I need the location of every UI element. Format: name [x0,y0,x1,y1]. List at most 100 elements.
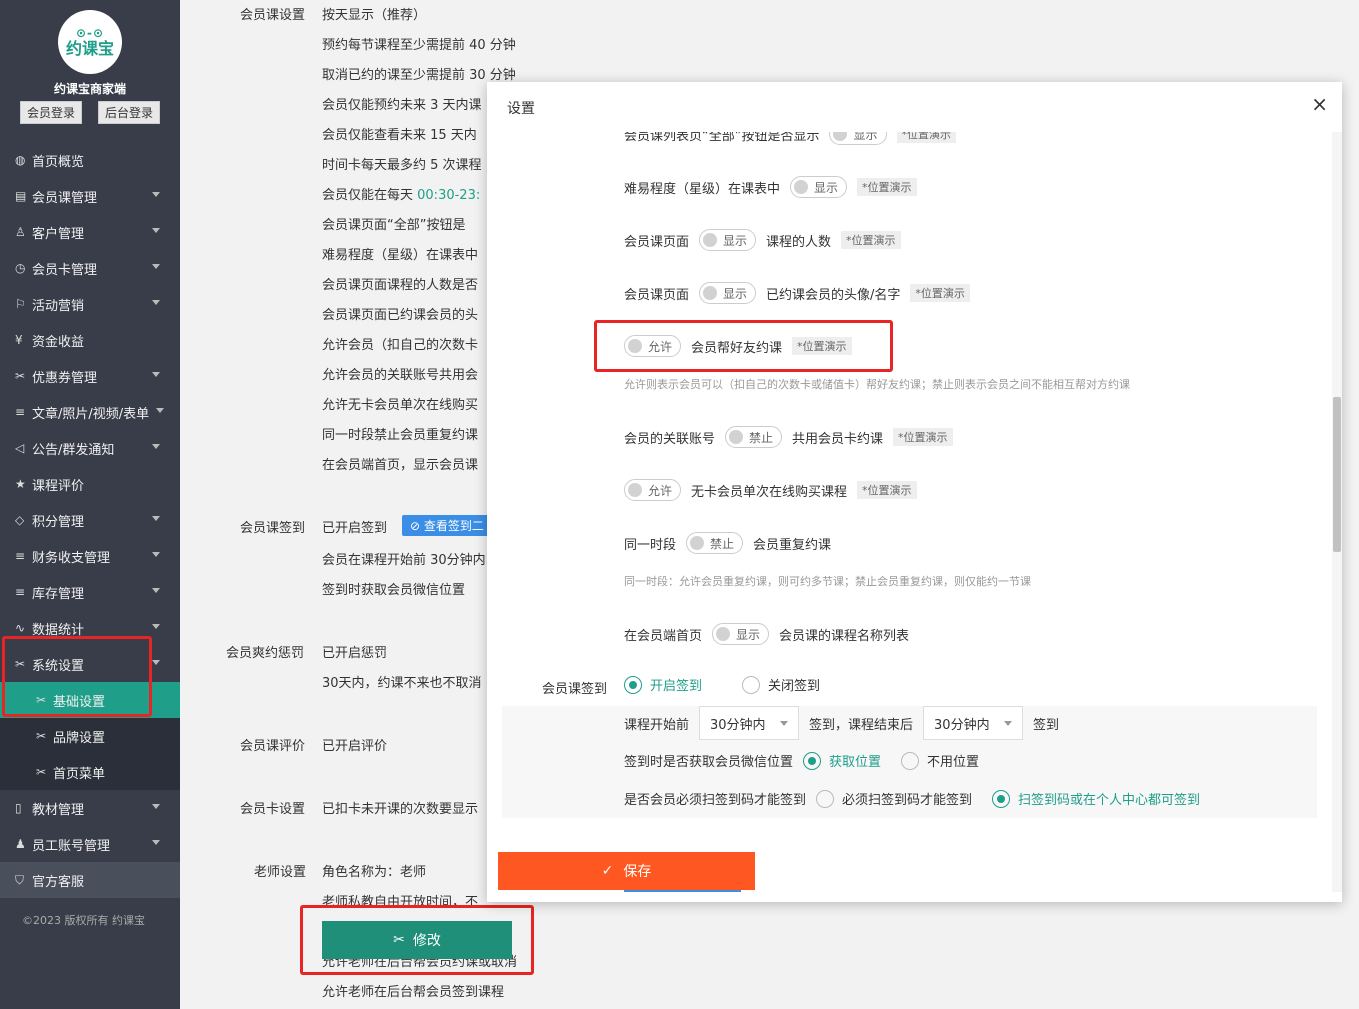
pulse-icon: ∿ [15,621,26,635]
scrollbar-thumb[interactable] [1333,397,1341,552]
signin-scan-label: 是否会员必须扫签到码才能签到 [624,793,807,808]
sidebar-item-inventory[interactable]: ≡ 库存管理 [0,574,180,610]
toggle-switch[interactable]: 显示 [829,132,887,145]
sidebar-item-overview[interactable]: ◍ 首页概览 [0,142,180,178]
person-icon: ♟ [15,837,26,851]
toggle-switch[interactable]: 显示 [699,282,757,304]
toggle-switch[interactable]: 显示 [790,176,848,198]
sidebar-item-service[interactable]: ⛉ 官方客服 [0,862,180,898]
setting-row-linked-account: 会员的关联账号 禁止 共用会员卡约课 *位置演示 [624,426,953,448]
toggle-switch[interactable]: 禁止 [686,532,744,554]
setting-label: 在会员端首页 [624,628,703,644]
sidebar-item-content[interactable]: ≡ 文章/照片/视频/表单 [0,394,180,430]
member-login-button[interactable]: 会员登录 [19,101,82,124]
course-setting-line: 允许会员的关联账号共用会 [322,368,479,383]
toggle-knob [794,180,809,194]
sidebar-item-staff[interactable]: ♟ 员工账号管理 [0,826,180,862]
chevron-down-icon [152,624,160,629]
sidebar-item-points[interactable]: ◇ 积分管理 [0,502,180,538]
sidebar-item-coupons[interactable]: ✂ 优惠券管理 [0,358,180,394]
modal-scrollbar[interactable] [1332,132,1342,892]
view-signin-button[interactable]: ⊘ 查看签到二 [402,515,492,536]
signin-after-select[interactable]: 30分钟内 [923,706,1024,740]
setting-label-after: 无卡会员单次在线购买课程 [691,484,848,500]
setting-row-single-purchase: 允许 无卡会员单次在线购买课程 *位置演示 [624,479,917,501]
sliders-icon: ≡ [15,585,26,599]
setting-row-difficulty: 难易程度（星级）在课表中 显示 *位置演示 [624,176,917,198]
radio-label: 获取位置 [829,755,882,770]
setting-label: 难易程度（星级）在课表中 [624,181,781,197]
highlight-box-friend-booking [594,320,893,372]
position-demo-link[interactable]: *位置演示 [896,132,956,143]
sidebar-item-finance[interactable]: ≡ 财务收支管理 [0,538,180,574]
logo-text: 约课宝 [65,39,114,58]
teacher-line: 角色名称为：老师 [322,865,427,880]
course-setting-line: 会员仅能在每天 00:30-23: [322,184,480,203]
signin-mid-label: 签到，课程结束后 [809,717,914,733]
toggle-switch[interactable]: 显示 [699,229,757,251]
sidebar-item-label: 会员卡管理 [32,262,98,278]
toggle-switch[interactable]: 允许 [624,479,682,501]
shield-icon: ⛉ [15,872,25,887]
chevron-down-icon [152,300,160,305]
save-button[interactable]: ✓ 保存 [498,852,755,890]
toggle-label: 禁止 [710,536,735,551]
sidebar-item-notices[interactable]: ◁ 公告/群发通知 [0,430,180,466]
tools-icon: ✂ [36,729,47,743]
sidebar-item-label: 官方客服 [32,874,85,890]
course-setting-line: 允许会员（扣自己的次数卡 [322,338,479,353]
signin-line: 会员在课程开始前 30分钟内 [322,553,486,568]
caret-down-icon [780,720,789,726]
toggle-label: 显示 [853,132,878,142]
logo: ⊙-⊙ 约课宝 [58,10,122,74]
sidebar-item-funds[interactable]: ¥ 资金收益 [0,322,180,358]
chevron-down-icon [152,192,160,197]
sidebar-item-label: 财务收支管理 [32,550,111,566]
toggle-switch[interactable]: 禁止 [725,426,783,448]
signin-end-label: 签到 [1033,717,1060,733]
sidebar-item-label: 教材管理 [32,802,85,818]
toggle-label: 显示 [723,233,748,248]
signin-close-radio[interactable]: 关闭签到 [742,675,820,694]
position-demo-link[interactable]: *位置演示 [893,428,953,446]
location-yes-radio[interactable]: 获取位置 [803,751,881,770]
setting-hint: 允许则表示会员可以（扣自己的次数卡或储值卡）帮好友约课；禁止则表示会员之间不能相… [624,378,1130,391]
position-demo-link[interactable]: *位置演示 [910,284,970,302]
course-setting-line: 会员仅能查看未来 15 天内 [322,128,477,143]
radio-label: 必须扫签到码才能签到 [842,793,973,808]
sidebar-item-materials[interactable]: ▯ 教材管理 [0,790,180,826]
chevron-down-icon [152,444,160,449]
sidebar-item-label: 员工账号管理 [32,838,111,854]
sidebar-item-customers[interactable]: ♙ 客户管理 [0,214,180,250]
position-demo-link[interactable]: *位置演示 [841,231,901,249]
scan-either-radio[interactable]: 扫签到码或在个人中心都可签到 [992,789,1200,808]
sidebar-item-reviews[interactable]: ★ 课程评价 [0,466,180,502]
course-setting-line: 会员课页面“全部”按钮是 [322,218,466,233]
sidebar-item-home-menu[interactable]: ✂ 首页菜单 [0,754,180,790]
close-icon[interactable]: × [1311,92,1328,116]
sidebar-item-label: 首页菜单 [53,766,106,782]
check-circle-icon: ⊘ [410,519,424,533]
sidebar: ⊙-⊙ 约课宝 约课宝商家端 会员登录 后台登录 ◍ 首页概览 ▤ 会员课管理 ♙ 客… [0,0,180,1009]
sidebar-item-course[interactable]: ▤ 会员课管理 [0,178,180,214]
sidebar-item-cards[interactable]: ◷ 会员卡管理 [0,250,180,286]
position-demo-link[interactable]: *位置演示 [857,178,917,196]
toggle-switch[interactable]: 显示 [712,623,770,645]
review-line: 已开启评价 [322,739,388,754]
card-label: 会员卡设置 [240,802,306,817]
admin-login-button[interactable]: 后台登录 [98,101,161,124]
speaker-icon: ◁ [15,441,25,455]
sliders-icon: ≡ [15,405,26,419]
scan-must-radio[interactable]: 必须扫签到码才能签到 [816,789,972,808]
position-demo-link[interactable]: *位置演示 [857,481,917,499]
signin-open-radio[interactable]: 开启签到 [624,675,702,694]
toggle-knob [628,483,642,497]
signin-before-select[interactable]: 30分钟内 [699,706,800,740]
sidebar-item-marketing[interactable]: ⚐ 活动营销 [0,286,180,322]
yen-icon: ¥ [15,333,23,347]
sidebar-item-brand-settings[interactable]: ✂ 品牌设置 [0,718,180,754]
setting-label: 会员课页面 [624,287,690,303]
location-no-radio[interactable]: 不用位置 [901,751,979,770]
course-setting-line: 会员课页面课程的人数是否 [322,278,479,293]
chevron-down-icon [152,660,160,665]
